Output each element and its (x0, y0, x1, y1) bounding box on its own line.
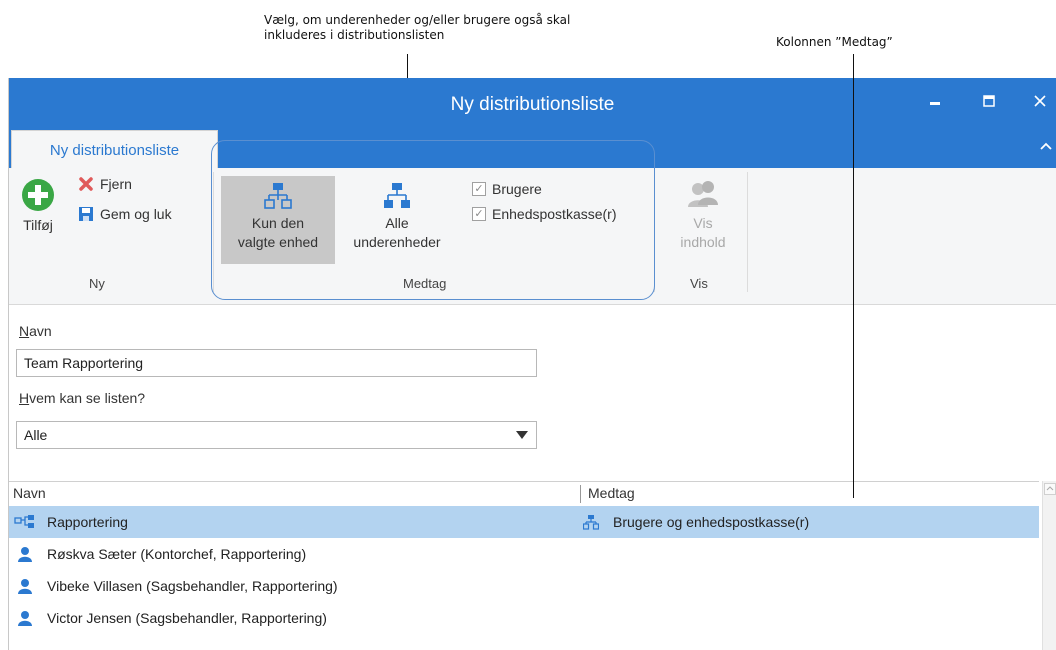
org-chart-icon (384, 183, 410, 208)
unit-mailbox-checkbox-row[interactable]: ✓ Enhedspostkasse(r) (472, 206, 617, 222)
distribution-list-window: Ny distributionsliste Ny distributionsli… (8, 78, 1056, 650)
show-content-button[interactable]: Vis indhold (663, 176, 743, 264)
org-chart-icon (264, 183, 292, 209)
row-medtag: Brugere og enhedspostkasse(r) (583, 514, 809, 530)
callout-column-medtag: Kolonnen ”Medtag” (776, 35, 893, 49)
maximize-button[interactable] (978, 92, 1000, 114)
visibility-dropdown[interactable]: Alle (16, 421, 537, 449)
row-name: Røskva Sæter (Kontorchef, Rapportering) (47, 546, 307, 562)
person-icon (18, 547, 32, 562)
users-checkbox-label: Brugere (492, 181, 542, 197)
remove-label: Fjern (100, 176, 132, 192)
all-subunits-button[interactable]: Alle underenheder (341, 176, 453, 264)
ribbon: Tilføj Fjern Gem og luk Ny Kun den valgt… (9, 168, 1056, 305)
column-header-medtag[interactable]: Medtag (588, 485, 635, 501)
row-name: Victor Jensen (Sagsbehandler, Rapporteri… (47, 610, 327, 626)
name-label-accesskey: N (19, 323, 30, 339)
org-chart-icon (583, 515, 599, 530)
close-button[interactable] (1029, 92, 1051, 114)
group-label-ny: Ny (89, 276, 105, 291)
visibility-label-accesskey: H (19, 390, 30, 406)
plus-circle-icon (22, 179, 54, 211)
all-subunits-label-2: underenheder (353, 234, 441, 250)
x-icon (79, 177, 93, 191)
remove-button[interactable]: Fjern (78, 176, 132, 192)
list-scrollbar[interactable] (1042, 481, 1056, 650)
callout-include-line2: inkluderes i distributionslisten (264, 28, 445, 42)
users-icon (688, 181, 718, 207)
group-label-vis: Vis (690, 276, 708, 291)
name-input[interactable]: Team Rapportering (16, 349, 537, 377)
add-label: Tilføj (23, 217, 53, 233)
save-close-button[interactable]: Gem og luk (78, 206, 172, 222)
visibility-dropdown-value: Alle (24, 427, 48, 443)
collapse-ribbon-button[interactable] (1040, 138, 1052, 156)
add-button[interactable]: Tilføj (12, 176, 64, 258)
save-close-label: Gem og luk (100, 206, 172, 222)
close-icon (1034, 95, 1046, 107)
minimize-icon (930, 102, 940, 105)
save-icon (79, 207, 93, 221)
visibility-label-text: vem kan se listen? (29, 390, 146, 406)
row-name: Rapportering (47, 514, 128, 530)
row-name: Vibeke Villasen (Sagsbehandler, Rapporte… (47, 578, 338, 594)
callout-include-options: Vælg, om underenheder og/eller brugere o… (264, 13, 570, 43)
maximize-icon (983, 95, 995, 107)
name-label-text: avn (29, 323, 52, 339)
column-separator[interactable] (580, 485, 581, 503)
selected-unit-label-2: valgte enhed (237, 234, 319, 250)
show-content-label-2: indhold (680, 234, 726, 250)
group-separator (654, 172, 655, 292)
group-label-medtag: Medtag (403, 276, 447, 291)
name-label: Navn (19, 323, 52, 339)
visibility-label: Hvem kan se listen? (19, 390, 145, 406)
users-checkbox-row[interactable]: ✓ Brugere (472, 181, 542, 197)
group-separator (213, 172, 214, 292)
users-checkbox[interactable]: ✓ (472, 182, 486, 196)
all-subunits-label-1: Alle (385, 215, 409, 231)
chevron-up-icon (1046, 486, 1054, 491)
selected-unit-only-button[interactable]: Kun den valgte enhed (221, 176, 335, 264)
callout-column-pointer (853, 54, 854, 498)
person-icon (18, 611, 32, 626)
selected-unit-label-1: Kun den (251, 215, 305, 231)
column-header-name[interactable]: Navn (13, 485, 46, 501)
tab-ny-distributionsliste[interactable]: Ny distributionsliste (11, 130, 218, 169)
row-medtag-text: Brugere og enhedspostkasse(r) (613, 514, 810, 530)
minimize-button[interactable] (924, 92, 946, 114)
list-row[interactable]: Victor Jensen (Sagsbehandler, Rapporteri… (9, 602, 1039, 634)
group-separator (747, 172, 748, 292)
title-bar: Ny distributionsliste (9, 78, 1056, 130)
list-row[interactable]: Rapportering Brugere og enhedspostkasse(… (9, 506, 1039, 538)
list-row[interactable]: Røskva Sæter (Kontorchef, Rapportering) (9, 538, 1039, 570)
list-header: Navn Medtag (9, 481, 1039, 505)
unit-mailbox-checkbox[interactable]: ✓ (472, 207, 486, 221)
show-content-label-1: Vis (693, 215, 713, 231)
unit-mailbox-checkbox-label: Enhedspostkasse(r) (492, 206, 617, 222)
chevron-down-icon (516, 431, 528, 439)
list-row[interactable]: Vibeke Villasen (Sagsbehandler, Rapporte… (9, 570, 1039, 602)
person-icon (18, 579, 32, 594)
window-title: Ny distributionsliste (450, 94, 615, 115)
callout-include-line1: Vælg, om underenheder og/eller brugere o… (264, 13, 571, 27)
scroll-up-button[interactable] (1044, 483, 1056, 495)
chevron-up-icon (1040, 142, 1052, 150)
unit-tree-icon (14, 515, 34, 528)
